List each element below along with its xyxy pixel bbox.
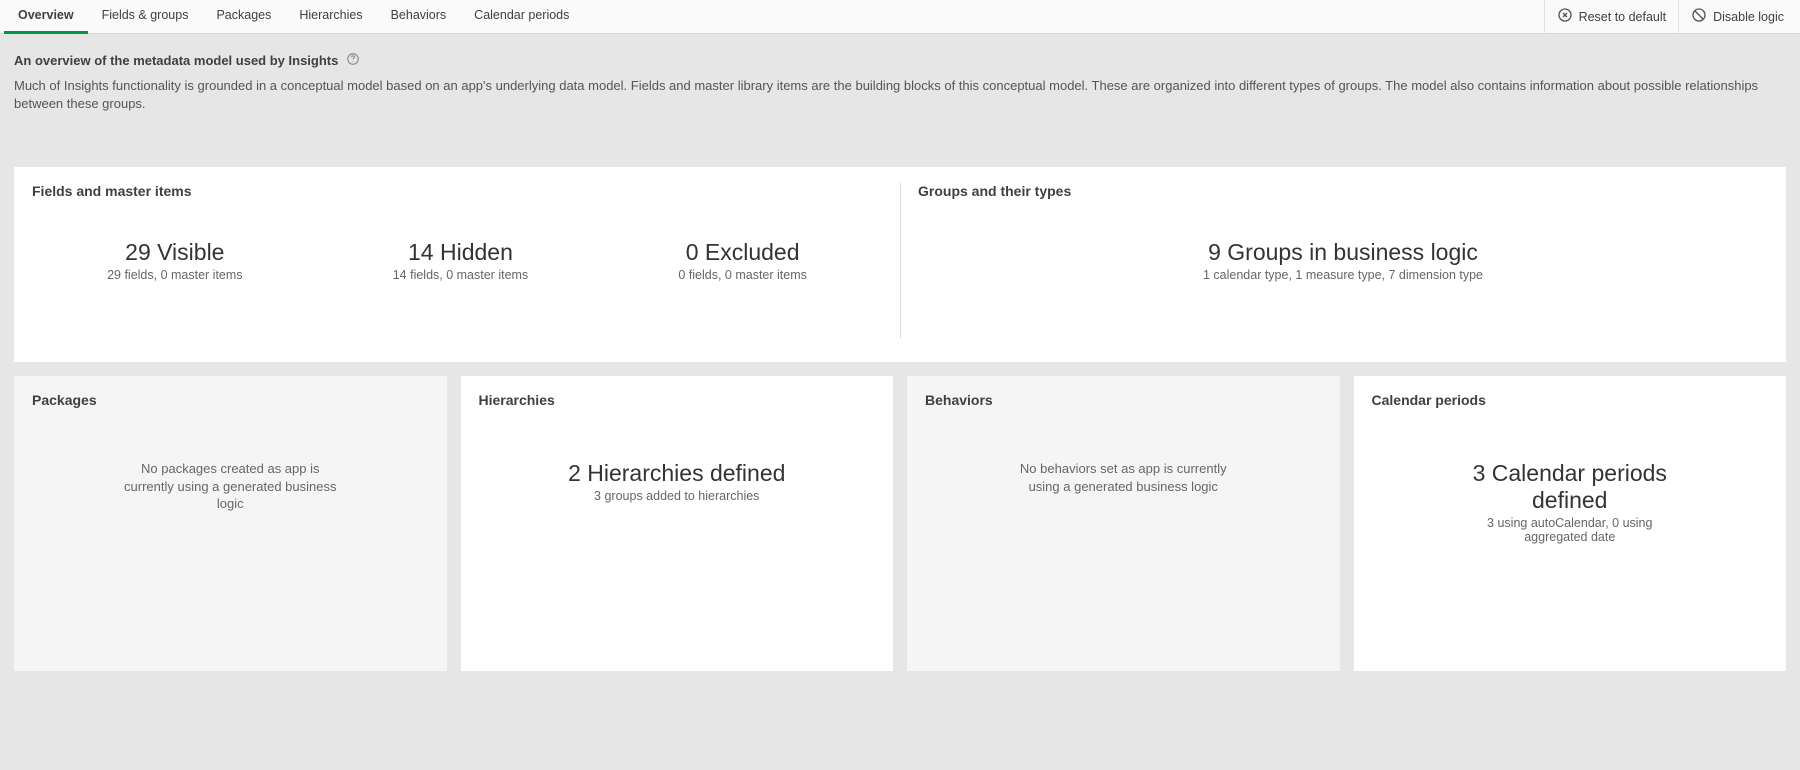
calendar-card-title: Calendar periods (1372, 392, 1769, 408)
fields-master-stats: 29 Visible 29 fields, 0 master items 14 … (32, 219, 882, 282)
behaviors-card[interactable]: Behaviors No behaviors set as app is cur… (907, 376, 1340, 671)
stat-groups-sub: 1 calendar type, 1 measure type, 7 dimen… (1203, 268, 1483, 282)
tab-fields-groups[interactable]: Fields & groups (88, 0, 203, 34)
reset-to-default-button[interactable]: Reset to default (1544, 0, 1679, 34)
top-actions: Reset to default Disable logic (1544, 0, 1796, 34)
tab-bar: Overview Fields & groups Packages Hierar… (0, 0, 1800, 34)
description-title: An overview of the metadata model used b… (14, 53, 338, 68)
tab-behaviors[interactable]: Behaviors (377, 0, 461, 34)
cards-grid: Packages No packages created as app is c… (14, 376, 1786, 671)
reset-icon (1557, 7, 1573, 26)
hierarchies-card-sub: 3 groups added to hierarchies (594, 489, 759, 503)
groups-title: Groups and their types (918, 183, 1768, 199)
description-block: An overview of the metadata model used b… (0, 34, 1800, 127)
hierarchies-card-big: 2 Hierarchies defined (568, 460, 785, 487)
tabs: Overview Fields & groups Packages Hierar… (4, 0, 1544, 34)
stat-visible: 29 Visible 29 fields, 0 master items (107, 239, 242, 282)
packages-card[interactable]: Packages No packages created as app is c… (14, 376, 447, 671)
packages-card-title: Packages (32, 392, 429, 408)
fields-master-title: Fields and master items (32, 183, 882, 199)
tab-hierarchies[interactable]: Hierarchies (285, 0, 376, 34)
tab-packages[interactable]: Packages (202, 0, 285, 34)
hierarchies-card-title: Hierarchies (479, 392, 876, 408)
stat-excluded-big: 0 Excluded (678, 239, 807, 266)
hierarchies-card-body: 2 Hierarchies defined 3 groups added to … (479, 428, 876, 503)
disable-logic-button[interactable]: Disable logic (1678, 0, 1796, 34)
stat-groups: 9 Groups in business logic 1 calendar ty… (1203, 239, 1483, 282)
calendar-card-body: 3 Calendar periods defined 3 using autoC… (1372, 428, 1769, 544)
content-area: Fields and master items 29 Visible 29 fi… (0, 167, 1800, 671)
behaviors-card-title: Behaviors (925, 392, 1322, 408)
calendar-card-sub: 3 using autoCalendar, 0 using aggregated… (1470, 516, 1670, 544)
behaviors-card-msg: No behaviors set as app is currently usi… (1013, 460, 1233, 495)
stat-excluded-sub: 0 fields, 0 master items (678, 268, 807, 282)
packages-card-msg: No packages created as app is currently … (120, 460, 340, 513)
description-text: Much of Insights functionality is ground… (14, 77, 1786, 113)
reset-label: Reset to default (1579, 10, 1667, 24)
calendar-card[interactable]: Calendar periods 3 Calendar periods defi… (1354, 376, 1787, 671)
stat-visible-sub: 29 fields, 0 master items (107, 268, 242, 282)
summary-card: Fields and master items 29 Visible 29 fi… (14, 167, 1786, 362)
groups-panel: Groups and their types 9 Groups in busin… (900, 167, 1786, 362)
fields-master-panel: Fields and master items 29 Visible 29 fi… (14, 167, 900, 362)
calendar-card-big: 3 Calendar periods defined (1470, 460, 1670, 514)
stat-visible-big: 29 Visible (107, 239, 242, 266)
packages-card-body: No packages created as app is currently … (32, 428, 429, 513)
stat-hidden: 14 Hidden 14 fields, 0 master items (393, 239, 528, 282)
stat-hidden-big: 14 Hidden (393, 239, 528, 266)
tab-overview[interactable]: Overview (4, 0, 88, 34)
behaviors-card-body: No behaviors set as app is currently usi… (925, 428, 1322, 495)
help-icon[interactable] (346, 52, 360, 69)
hierarchies-card[interactable]: Hierarchies 2 Hierarchies defined 3 grou… (461, 376, 894, 671)
stat-excluded: 0 Excluded 0 fields, 0 master items (678, 239, 807, 282)
disable-icon (1691, 7, 1707, 26)
disable-label: Disable logic (1713, 10, 1784, 24)
stat-groups-big: 9 Groups in business logic (1203, 239, 1483, 266)
description-title-row: An overview of the metadata model used b… (14, 52, 1786, 69)
tab-calendar-periods[interactable]: Calendar periods (460, 0, 583, 34)
stat-hidden-sub: 14 fields, 0 master items (393, 268, 528, 282)
groups-stats: 9 Groups in business logic 1 calendar ty… (918, 219, 1768, 282)
